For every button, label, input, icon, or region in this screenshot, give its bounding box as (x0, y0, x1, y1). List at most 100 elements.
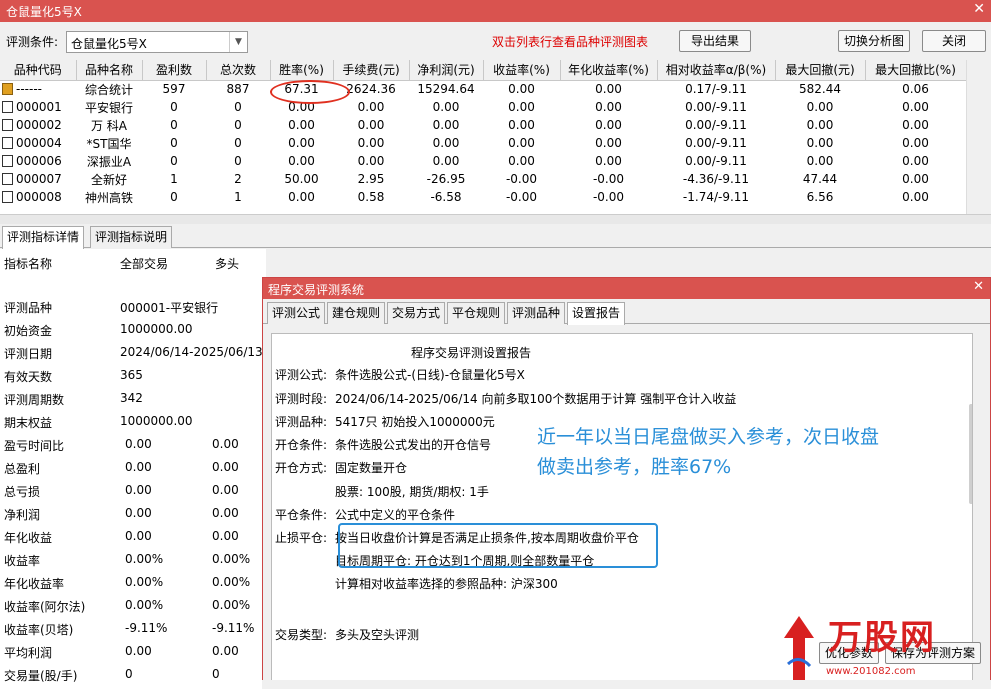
metric-all-value: 0.00 (125, 506, 152, 520)
tab-instruments[interactable]: 评测品种 (507, 302, 566, 324)
table-row[interactable]: 000001 平安银行 0 0 0.00 0.00 0.00 0.00 0.00 0.00/-9.… (0, 98, 966, 116)
column-header[interactable]: 收益率(%) (483, 60, 561, 81)
column-header[interactable]: 净利润(元) (409, 60, 484, 81)
column-header[interactable]: 盈利数 (142, 60, 207, 81)
switch-chart-button[interactable]: 切换分析图 (838, 30, 910, 52)
close-button[interactable]: 关闭 (922, 30, 986, 52)
cell-text: 000002 (16, 118, 62, 132)
annotation-line-2: 做卖出参考，胜率67% (537, 456, 732, 478)
table-cell: 0.00 (483, 134, 560, 152)
metric-all-value: -9.11% (125, 621, 168, 635)
metric-row: 评测品种 000001-平安银行 (0, 297, 266, 317)
cell-text: 887 (226, 82, 250, 97)
metric-row: 有效天数 365 (0, 366, 266, 386)
column-header[interactable]: 相对收益率α/β(%) (657, 60, 776, 81)
table-cell: 0.00 (409, 116, 483, 134)
cell-text: -0.00 (505, 172, 538, 186)
table-row[interactable]: 000008 神州高铁 0 1 0.00 0.58 -6.58 -0.00 -0.00 -1.74… (0, 188, 966, 206)
cell-text: 0 (170, 118, 178, 132)
save-scheme-button[interactable]: 保存为评测方案 (885, 642, 981, 664)
cell-text: 0.00 (508, 154, 535, 168)
hint-text: 双击列表行查看品种评测图表 (492, 35, 649, 49)
table-cell: 全新好 (76, 170, 142, 188)
chevron-down-icon[interactable]: ▼ (229, 32, 247, 52)
table-cell: *ST国华 (76, 134, 142, 152)
tab-settings-report[interactable]: 设置报告 (567, 302, 626, 325)
stock-icon (2, 101, 13, 113)
evaluation-dialog: 程序交易评测系统 ✕ 评测公式 建仓规则 交易方式 平仓规则 评测品种 设置报告… (262, 277, 991, 689)
cell-text: 0 (170, 154, 178, 168)
condition-value: 仓鼠量化5号X (71, 37, 147, 51)
column-header[interactable]: 最大回撤比(%) (865, 60, 966, 81)
cell-text: *ST国华 (86, 136, 132, 151)
table-row[interactable]: 000004 *ST国华 0 0 0.00 0.00 0.00 0.00 0.00 0.00/-9… (0, 134, 966, 152)
column-header[interactable]: 年化收益率(%) (560, 60, 658, 81)
tab-open-rules[interactable]: 建仓规则 (327, 302, 386, 324)
table-cell: 0.00 (270, 134, 333, 152)
cell-text: 0.00 (902, 118, 929, 132)
column-header[interactable]: 最大回撤(元) (775, 60, 866, 81)
table-cell: 万 科A (76, 116, 142, 134)
metric-name: 有效天数 (4, 370, 53, 384)
metric-long-value: 0.00 (212, 483, 239, 497)
results-table[interactable]: 品种代码 品种名称 盈利数 总次数 胜率(%) 手续费(元) 净利润(元) 收益… (0, 60, 966, 214)
cell-text: 000004 (16, 136, 62, 150)
report-label: 止损平仓: (275, 531, 328, 545)
metric-row: 总亏损 0.00 0.00 (0, 481, 266, 501)
close-icon[interactable]: ✕ (973, 1, 985, 17)
table-row[interactable]: ------ 综合统计 597 887 67.31 2624.36 15294.64 0.00… (0, 80, 966, 98)
table-row[interactable]: 000002 万 科A 0 0 0.00 0.00 0.00 0.00 0.00 0.00/-9.… (0, 116, 966, 134)
cell-text: 0 (170, 136, 178, 150)
cell-text: 0.00 (288, 118, 315, 132)
condition-select[interactable]: 仓鼠量化5号X ▼ (66, 31, 248, 53)
tab-trade-mode[interactable]: 交易方式 (387, 302, 446, 324)
table-vertical-scrollbar[interactable] (966, 60, 991, 214)
cell-text: -0.00 (505, 190, 538, 204)
metric-row: 评测周期数 342 (0, 389, 266, 409)
report-value: 股票: 100股, 期货/期权: 1手 (335, 485, 489, 499)
table-cell: 0.00 (270, 188, 333, 206)
table-cell: 0 (142, 134, 206, 152)
table-row[interactable]: 000007 全新好 1 2 50.00 2.95 -26.95 -0.00 -0.00 -4.3… (0, 170, 966, 188)
metric-all-value: 0.00% (125, 575, 164, 589)
cell-text: 0.00 (508, 118, 535, 132)
cell-text: 0 (234, 136, 242, 150)
table-cell: 0 (206, 152, 270, 170)
metric-long-value: 0 (212, 667, 220, 681)
cell-text: 0.00 (902, 136, 929, 150)
column-header[interactable]: 手续费(元) (333, 60, 410, 81)
metric-all-value: 1000000.00 (120, 414, 193, 428)
tab-formula[interactable]: 评测公式 (267, 302, 326, 324)
column-header[interactable]: 总次数 (206, 60, 271, 81)
cell-text: 0.00 (806, 154, 834, 168)
tab-metrics-detail[interactable]: 评测指标详情 (2, 226, 85, 249)
dialog-title: 程序交易评测系统 (268, 283, 365, 297)
report-scrollbar[interactable] (969, 404, 972, 504)
cell-text: 平安银行 (84, 100, 133, 115)
cell-text: -6.58 (430, 190, 462, 204)
tab-close-rules[interactable]: 平仓规则 (447, 302, 506, 324)
cell-text: 1 (170, 172, 178, 186)
optimize-params-button[interactable]: 优化参数 (819, 642, 879, 664)
column-header[interactable]: 品种名称 (76, 60, 143, 81)
table-cell: 000001 (0, 98, 76, 116)
export-button[interactable]: 导出结果 (679, 30, 751, 52)
table-cell: 1 (206, 188, 270, 206)
metric-row: 评测日期 2024/06/14-2025/06/13 (0, 343, 266, 363)
cell-text: 0.00 (806, 136, 834, 150)
metric-name: 评测日期 (4, 347, 53, 361)
metric-row: 总盈利 0.00 0.00 (0, 458, 266, 478)
window-titlebar: 仓鼠量化5号X ✕ (0, 0, 991, 22)
table-row[interactable]: 000006 深振业A 0 0 0.00 0.00 0.00 0.00 0.00 0.00/-9.… (0, 152, 966, 170)
close-icon[interactable]: ✕ (973, 279, 984, 294)
tab-metrics-help[interactable]: 评测指标说明 (90, 226, 173, 248)
metric-row: 盈亏时间比 0.00 0.00 (0, 435, 266, 455)
table-cell: 平安银行 (76, 98, 142, 116)
metric-row: 年化收益 0.00 0.00 (0, 527, 266, 547)
column-header[interactable]: 胜率(%) (270, 60, 334, 81)
metric-name: 净利润 (4, 508, 41, 522)
cell-text: 0.00 (357, 100, 385, 114)
column-header[interactable]: 品种代码 (0, 60, 77, 81)
cell-text: 0.00/-9.11 (685, 118, 747, 132)
table-horizontal-scrollbar[interactable] (0, 214, 991, 224)
